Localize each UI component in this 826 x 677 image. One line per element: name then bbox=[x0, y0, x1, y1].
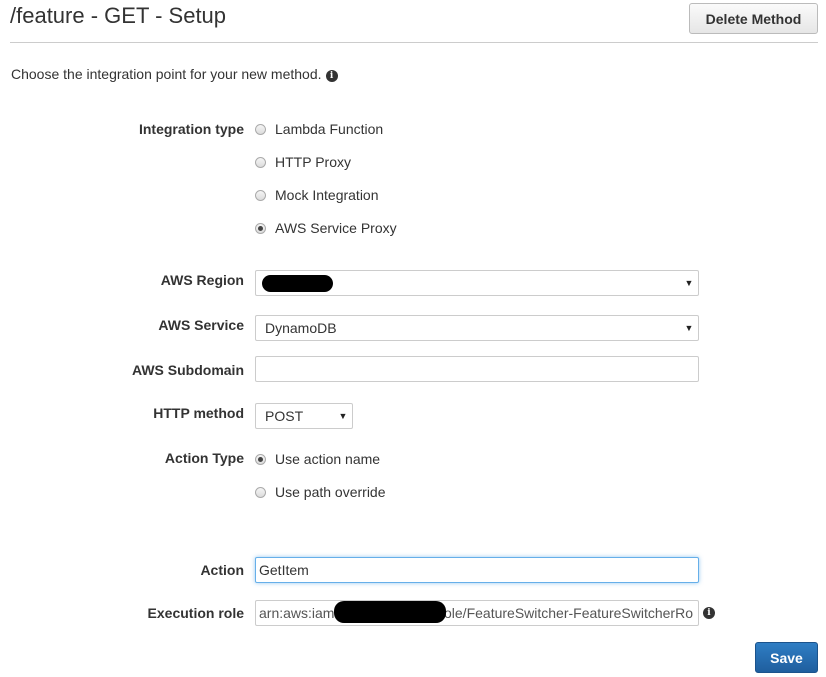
radio-button-selected[interactable] bbox=[255, 222, 266, 234]
aws-subdomain-input[interactable] bbox=[255, 356, 699, 382]
radio-button[interactable] bbox=[255, 123, 266, 135]
action-label: Action bbox=[200, 562, 244, 578]
chevron-down-icon: ▼ bbox=[684, 278, 694, 288]
aws-region-label: AWS Region bbox=[160, 272, 244, 288]
radio-aws-service-proxy[interactable]: AWS Service Proxy bbox=[255, 220, 397, 236]
radio-label: HTTP Proxy bbox=[275, 154, 351, 170]
radio-label: AWS Service Proxy bbox=[275, 220, 397, 236]
radio-label: Use path override bbox=[275, 484, 386, 500]
chevron-down-icon: ▼ bbox=[684, 323, 694, 333]
radio-button[interactable] bbox=[255, 189, 266, 201]
aws-service-select[interactable]: DynamoDB ▼ bbox=[255, 315, 699, 341]
info-icon[interactable]: i bbox=[703, 607, 715, 619]
action-input[interactable] bbox=[255, 557, 699, 583]
redaction-mark bbox=[334, 601, 446, 623]
intro-text: Choose the integration point for your ne… bbox=[11, 66, 322, 82]
execution-role-suffix: ole/FeatureSwitcher-FeatureSwitcherRo bbox=[444, 605, 693, 621]
aws-service-label: AWS Service bbox=[158, 317, 244, 333]
intro-text-row: Choose the integration point for your ne… bbox=[11, 66, 338, 82]
aws-service-value: DynamoDB bbox=[265, 320, 337, 336]
execution-role-input[interactable]: arn:aws:iam ole/FeatureSwitcher-FeatureS… bbox=[255, 600, 699, 626]
execution-role-prefix: arn:aws:iam bbox=[259, 605, 335, 621]
chevron-down-icon: ▼ bbox=[338, 411, 348, 421]
radio-lambda-function[interactable]: Lambda Function bbox=[255, 121, 383, 137]
page-title: /feature - GET - Setup bbox=[10, 3, 227, 28]
radio-mock-integration[interactable]: Mock Integration bbox=[255, 187, 379, 203]
aws-subdomain-label: AWS Subdomain bbox=[132, 362, 244, 378]
radio-use-action-name[interactable]: Use action name bbox=[255, 451, 380, 467]
action-type-label: Action Type bbox=[164, 450, 244, 466]
radio-button[interactable] bbox=[255, 486, 266, 498]
http-method-select[interactable]: POST ▼ bbox=[255, 403, 353, 429]
delete-method-button[interactable]: Delete Method bbox=[689, 3, 818, 34]
execution-role-label: Execution role bbox=[147, 605, 244, 621]
radio-label: Use action name bbox=[275, 451, 381, 467]
save-button[interactable]: Save bbox=[755, 642, 818, 673]
radio-button-selected[interactable] bbox=[255, 453, 266, 465]
http-method-label: HTTP method bbox=[153, 405, 244, 421]
radio-label: Lambda Function bbox=[275, 121, 384, 137]
header-divider bbox=[10, 42, 818, 43]
radio-label: Mock Integration bbox=[275, 187, 379, 203]
radio-http-proxy[interactable]: HTTP Proxy bbox=[255, 154, 351, 170]
integration-type-label: Integration type bbox=[138, 121, 244, 137]
radio-use-path-override[interactable]: Use path override bbox=[255, 484, 386, 500]
radio-button[interactable] bbox=[255, 156, 266, 168]
info-icon[interactable]: i bbox=[325, 70, 338, 82]
redaction-mark bbox=[262, 275, 333, 292]
http-method-value: POST bbox=[265, 408, 304, 424]
